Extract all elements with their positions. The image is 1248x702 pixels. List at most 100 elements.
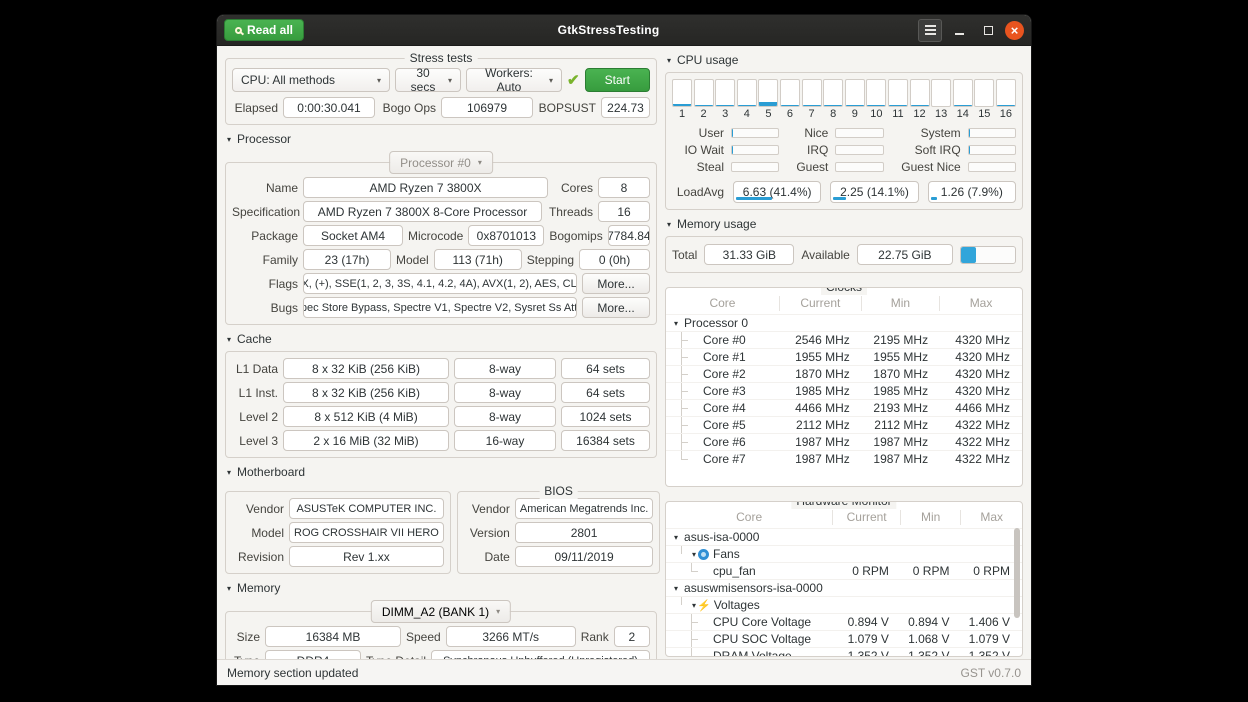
stepping-field: 0 (0h) (579, 249, 650, 270)
processor-expander[interactable]: ▾ Processor (227, 132, 657, 146)
expander-arrow-icon: ▾ (227, 135, 231, 144)
cpu-core-meter (996, 79, 1016, 107)
memory-frame: DIMM_A2 (BANK 1) ▾ Size 16384 MB Speed 3… (225, 611, 657, 659)
stat-bar (835, 128, 883, 138)
cache-row: L1 Data 8 x 32 KiB (256 KiB) 8-way 64 se… (232, 358, 650, 379)
stress-duration-value: 30 secs (404, 66, 442, 94)
clock-row[interactable]: Core #11955 MHz1955 MHz4320 MHz (666, 348, 1022, 365)
clocks-frame: Clocks Core Current Min Max ▾ Processor … (665, 287, 1023, 487)
clocks-legend: Clocks (821, 287, 867, 295)
cache-row-label: Level 2 (232, 410, 278, 424)
right-column: ▾ CPU usage 1 2 3 4 5 6 7 8 9 10 11 12 (665, 50, 1023, 657)
package-field: Socket AM4 (303, 225, 403, 246)
clock-row[interactable]: Core #44466 MHz2193 MHz4466 MHz (666, 399, 1022, 416)
stress-method-dropdown[interactable]: CPU: All methods ▾ (232, 68, 390, 92)
mem-type-label: Type (232, 654, 260, 660)
bios-frame: BIOS Vendor American Megatrends Inc. Ver… (457, 491, 660, 574)
stat-bar (835, 145, 883, 155)
cpu-usage-expander[interactable]: ▾ CPU usage (667, 53, 1023, 67)
mobo-vendor-label: Vendor (232, 502, 284, 516)
memory-usage-section-label: Memory usage (677, 217, 756, 231)
cores-field: 8 (598, 177, 650, 198)
clocks-group-row[interactable]: ▾ Processor 0 (666, 314, 1022, 331)
mem-speed-field: 3266 MT/s (446, 626, 576, 647)
clock-row[interactable]: Core #61987 MHz1987 MHz4322 MHz (666, 433, 1022, 450)
flags-label: Flags (232, 277, 298, 291)
family-label: Family (232, 253, 298, 267)
cache-expander[interactable]: ▾ Cache (227, 332, 657, 346)
stat-bar (731, 162, 779, 172)
start-button[interactable]: Start (585, 68, 650, 92)
hwmon-fans-row[interactable]: ▾ Fans (666, 545, 1022, 562)
mem-size-label: Size (232, 630, 260, 644)
stepping-label: Stepping (527, 253, 574, 267)
cpu-core-meter (802, 79, 822, 107)
main-content: Stress tests CPU: All methods ▾ 30 secs … (217, 46, 1031, 659)
menu-button[interactable] (918, 19, 942, 42)
expander-arrow-icon: ▾ (227, 468, 231, 477)
dimm-selector-dropdown[interactable]: DIMM_A2 (BANK 1) ▾ (371, 600, 511, 623)
core-number: 4 (744, 108, 750, 120)
cpu-name-field: AMD Ryzen 7 3800X (303, 177, 548, 198)
hwmon-group-row[interactable]: ▾ asuswmisensors-isa-0000 (666, 579, 1022, 596)
bios-vendor-label: Vendor (464, 502, 510, 516)
minimize-button[interactable] (947, 19, 971, 42)
hwmon-scrollbar[interactable] (1014, 528, 1020, 618)
hwmon-sensor-row[interactable]: CPU Core Voltage0.894 V0.894 V1.406 V (666, 613, 1022, 630)
expander-arrow-icon: ▾ (674, 319, 678, 328)
threads-field: 16 (598, 201, 650, 222)
read-all-button[interactable]: Read all (224, 19, 304, 41)
hwmon-sensor-row[interactable]: cpu_fan 0 RPM0 RPM0 RPM (666, 562, 1022, 579)
clock-row[interactable]: Core #52112 MHz2112 MHz4322 MHz (666, 416, 1022, 433)
ready-check-icon: ✔ (567, 71, 580, 89)
flags-more-button[interactable]: More... (582, 273, 650, 294)
stress-method-value: CPU: All methods (241, 73, 335, 87)
expander-arrow-icon: ▾ (667, 220, 671, 229)
hwmon-voltages-row[interactable]: ▾ ⚡ Voltages (666, 596, 1022, 613)
spec-field: AMD Ryzen 7 3800X 8-Core Processor (303, 201, 542, 222)
clock-row[interactable]: Core #71987 MHz1987 MHz4322 MHz (666, 450, 1022, 467)
bios-date-label: Date (464, 550, 510, 564)
stat-bar (731, 128, 779, 138)
spec-label: Specification (232, 205, 298, 219)
hwmon-sensor-row[interactable]: CPU SOC Voltage1.079 V1.068 V1.079 V (666, 630, 1022, 647)
clock-row[interactable]: Core #02546 MHz2195 MHz4320 MHz (666, 331, 1022, 348)
clock-row[interactable]: Core #31985 MHz1985 MHz4320 MHz (666, 382, 1022, 399)
hwmon-group-row[interactable]: ▾ asus-isa-0000 (666, 528, 1022, 545)
microcode-label: Microcode (408, 229, 463, 243)
start-label: Start (605, 73, 630, 87)
statusbar: Memory section updated GST v0.7.0 (217, 659, 1031, 685)
maximize-button[interactable] (976, 19, 1000, 42)
memory-expander[interactable]: ▾ Memory (227, 581, 657, 595)
fans-label: Fans (713, 547, 740, 561)
family-field: 23 (17h) (303, 249, 391, 270)
memory-usage-expander[interactable]: ▾ Memory usage (667, 217, 1023, 231)
clock-row[interactable]: Core #21870 MHz1870 MHz4320 MHz (666, 365, 1022, 382)
col-current: Current (833, 510, 901, 525)
core-number: 15 (978, 108, 990, 120)
bogomips-label: Bogomips (549, 229, 602, 243)
stress-workers-dropdown[interactable]: Workers: Auto ▾ (466, 68, 562, 92)
clocks-table-header: Core Current Min Max (666, 293, 1022, 314)
mobo-revision-label: Revision (232, 550, 284, 564)
stat-bar (968, 145, 1016, 155)
cpu-core-meter (694, 79, 714, 107)
cpu-core-meter (758, 79, 778, 107)
expander-arrow-icon: ▾ (689, 550, 696, 559)
processor-section-label: Processor (237, 132, 291, 146)
motherboard-expander[interactable]: ▾ Motherboard (227, 465, 657, 479)
hwmon-sensor-row[interactable]: DRAM Voltage1.352 V1.352 V1.352 V (666, 647, 1022, 657)
core-number: 6 (787, 108, 793, 120)
read-all-label: Read all (247, 23, 293, 37)
fan-icon (698, 549, 709, 560)
status-message: Memory section updated (227, 666, 358, 680)
stat-label: IO Wait (672, 143, 724, 157)
model-label: Model (396, 253, 429, 267)
processor-selector-dropdown[interactable]: Processor #0 ▾ (389, 151, 493, 174)
expander-arrow-icon: ▾ (674, 533, 678, 542)
stress-duration-dropdown[interactable]: 30 secs ▾ (395, 68, 461, 92)
bogo-ops-label: Bogo Ops (380, 101, 436, 115)
bugs-more-button[interactable]: More... (582, 297, 650, 318)
mem-available-label: Available (801, 248, 849, 262)
close-button[interactable]: × (1005, 21, 1024, 40)
